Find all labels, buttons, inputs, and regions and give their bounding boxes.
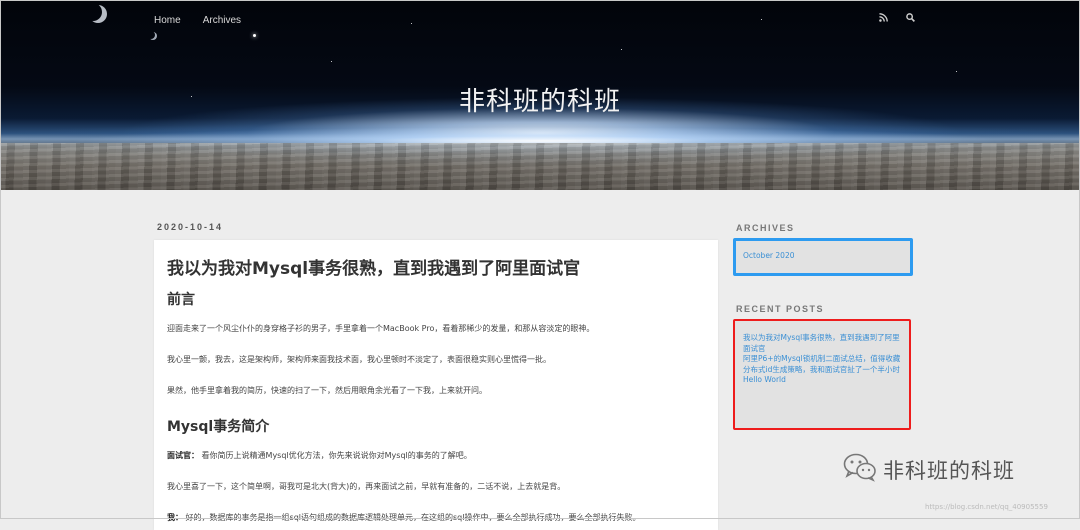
star [761,19,762,20]
star [411,23,412,24]
recent-posts-box: 我以为我对Mysql事务很熟，直到我遇到了阿里面试官 阿里P6+的Mysql锁机… [733,319,911,430]
nav-archives-link[interactable]: Archives [203,15,241,26]
star [331,61,332,62]
paragraph: 我心里一颤，我去，这是架构师，架构师来面我技术面，我心里顿时不淡定了，表面很稳实… [167,355,551,364]
speaker-label: 我： [167,513,183,522]
paragraph: 面试官： 看你简历上说精通Mysql优化方法，你先来说说你对Mysql的事务的了… [167,450,706,461]
section-heading-intro: Mysql事务简介 [167,419,270,435]
header-icons [879,13,915,22]
moon-graphic [89,5,107,23]
post-date: 2020-10-14 [157,222,224,232]
site-title[interactable]: 非科班的科班 [1,81,1079,118]
post-card: 我以为我对Mysql事务很熟，直到我遇到了阿里面试官 前言 迎面走来了一个风尘仆… [154,240,718,530]
section-heading-preface: 前言 [167,292,195,308]
nav-home-link[interactable]: Home [154,15,181,26]
wechat-watermark: 非科班的科班 [843,452,1015,487]
watermark-text: 非科班的科班 [883,458,1015,483]
star [253,34,256,37]
star [956,71,957,72]
search-icon[interactable] [906,13,915,22]
header-banner: Home Archives 非科班的科班 [1,1,1079,190]
archives-box: October 2020 [733,238,913,276]
small-moon-graphic [149,32,157,40]
paragraph-text: 看你简历上说精通Mysql优化方法，你先来说说你对Mysql的事务的了解吧。 [201,451,472,460]
post-title[interactable]: 我以为我对Mysql事务很熟，直到我遇到了阿里面试官 [167,254,706,279]
paragraph: 迎面走来了一个风尘仆仆的身穿格子衫的男子，手里拿着一个MacBook Pro，看… [167,324,595,333]
paragraph: 我心里喜了一下，这个简单啊，哥我可是北大(背大)的，再来面试之前，早就有准备的，… [167,482,566,491]
recent-post-link[interactable]: Hello World [743,375,901,386]
paragraph: 我： 好的，数据库的事务是指一组sql语句组成的数据库逻辑处理单元，在这组的sq… [167,512,706,523]
rss-icon[interactable] [879,13,888,22]
star [621,49,622,50]
paragraph-text: 好的，数据库的事务是指一组sql语句组成的数据库逻辑处理单元，在这组的sql操作… [185,513,641,522]
archives-heading: ARCHIVES [736,223,795,233]
archive-link[interactable]: October 2020 [743,251,903,262]
recent-post-link[interactable]: 阿里P6+的Mysql锁机制二面试总结，值得收藏 [743,354,901,365]
paragraph: 果然，他手里拿着我的简历，快速的扫了一下，然后用眼角余光看了一下我，上来就开问。 [167,386,487,395]
speaker-label: 面试官： [167,451,199,460]
top-navigation: Home Archives [154,15,241,26]
recent-post-link[interactable]: 我以为我对Mysql事务很熟，直到我遇到了阿里面试官 [743,333,901,354]
wechat-icon [843,452,877,487]
recent-posts-heading: RECENT POSTS [736,304,825,314]
url-watermark: https://blog.csdn.net/qq_40905559 [925,503,1048,511]
earth-surface [1,143,1079,190]
recent-post-link[interactable]: 分布式id生成策略，我和面试官扯了一个半小时 [743,365,901,376]
